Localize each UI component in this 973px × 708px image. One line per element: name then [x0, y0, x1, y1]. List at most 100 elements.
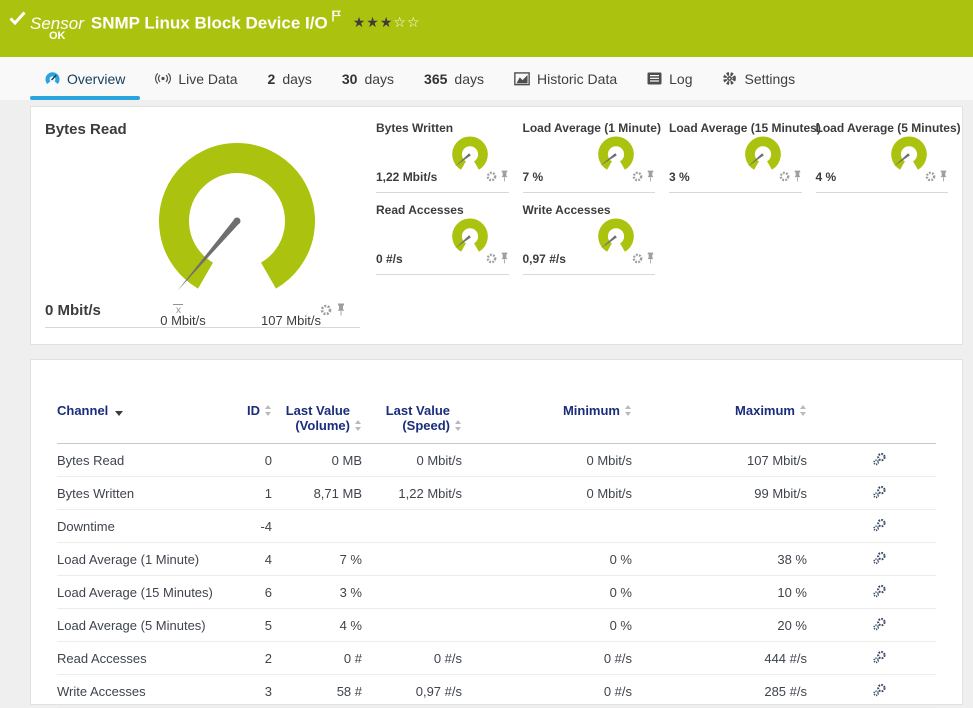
- cell-channel: Load Average (5 Minutes): [57, 618, 217, 633]
- column-header-max[interactable]: Maximum: [632, 403, 807, 418]
- cell-last-value-volume: 3 %: [272, 585, 362, 600]
- pin-icon[interactable]: [500, 251, 509, 269]
- table-row[interactable]: Load Average (5 Minutes) 5 4 % 0 % 20 %: [57, 609, 936, 642]
- cell-id: 5: [217, 618, 272, 633]
- pin-icon[interactable]: [646, 251, 655, 269]
- cell-maximum: 38 %: [632, 552, 807, 567]
- gears-icon: [872, 517, 887, 533]
- column-header-speed[interactable]: Last Value (Speed): [362, 403, 462, 433]
- cell-last-value-volume: 58 #: [272, 684, 362, 699]
- table-row[interactable]: Bytes Read 0 0 MB 0 Mbit/s 0 Mbit/s 107 …: [57, 444, 936, 477]
- cell-id: 1: [217, 486, 272, 501]
- star-filled-icon[interactable]: ★: [366, 14, 380, 30]
- tab-log[interactable]: Log: [632, 57, 707, 100]
- gauge-tile-write-accesses: Write Accesses 0,97 #/s: [523, 201, 656, 275]
- small-gauges-grid: Bytes Written 1,22 Mbit/s Load Average (…: [376, 119, 948, 328]
- tab-live-data[interactable]: Live Data: [140, 57, 252, 100]
- star-filled-icon[interactable]: ★: [380, 14, 394, 30]
- gears-icon: [872, 649, 887, 665]
- cell-id: 0: [217, 453, 272, 468]
- pin-icon[interactable]: [500, 169, 509, 187]
- channel-table-panel: ChannelIDLast Value (Volume)Last Value (…: [30, 359, 963, 705]
- cell-id: -4: [217, 519, 272, 534]
- cell-maximum: 107 Mbit/s: [632, 453, 807, 468]
- table-row[interactable]: Read Accesses 2 0 # 0 #/s 0 #/s 444 #/s: [57, 642, 936, 675]
- cell-last-value-volume: 4 %: [272, 618, 362, 633]
- table-row[interactable]: Write Accesses 3 58 # 0,97 #/s 0 #/s 285…: [57, 675, 936, 708]
- settings-gear-icon: [722, 71, 737, 86]
- cell-id: 3: [217, 684, 272, 699]
- channel-settings-button[interactable]: [807, 484, 934, 503]
- cell-maximum: 444 #/s: [632, 651, 807, 666]
- star-empty-icon[interactable]: ☆: [407, 14, 421, 30]
- priority-rating[interactable]: ★★★☆☆: [353, 14, 421, 30]
- cell-last-value-volume: 8,71 MB: [272, 486, 362, 501]
- gauge-settings-gear-icon[interactable]: [632, 169, 643, 187]
- gauge-tile-bytes-written: Bytes Written 1,22 Mbit/s: [376, 119, 509, 193]
- gauge-settings-gear-icon[interactable]: [632, 251, 643, 269]
- channel-settings-button[interactable]: [807, 682, 934, 701]
- column-header-id[interactable]: ID: [217, 403, 272, 418]
- star-empty-icon[interactable]: ☆: [393, 14, 407, 30]
- log-icon: [647, 72, 662, 85]
- primary-gauge-value: 0 Mbit/s: [45, 302, 101, 319]
- channel-settings-button[interactable]: [807, 517, 934, 536]
- channel-settings-button[interactable]: [807, 550, 934, 569]
- channel-table-header: ChannelIDLast Value (Volume)Last Value (…: [57, 360, 936, 444]
- cell-minimum: 0 %: [462, 618, 632, 633]
- sensor-status-banner: SensorSNMP Linux Block Device I/O★★★☆☆ O…: [0, 0, 973, 57]
- cell-id: 2: [217, 651, 272, 666]
- flag-icon[interactable]: [332, 7, 341, 27]
- gauge-tile-load-average-5-minutes: Load Average (5 Minutes) 4 %: [816, 119, 949, 193]
- tab-bar: Overview Live Data 2 days 30 days 365 da…: [0, 57, 973, 100]
- gauge-settings-gear-icon[interactable]: [779, 169, 790, 187]
- primary-gauge-min-label: 0 Mbit/s: [160, 313, 206, 328]
- cell-minimum: 0 %: [462, 552, 632, 567]
- column-header-channel[interactable]: Channel: [57, 403, 217, 418]
- channel-settings-button[interactable]: [807, 583, 934, 602]
- column-header-min[interactable]: Minimum: [462, 403, 632, 418]
- tab-2-days[interactable]: 2 days: [253, 57, 327, 100]
- channel-settings-button[interactable]: [807, 649, 934, 668]
- sort-desc-icon: [115, 411, 123, 416]
- gears-icon: [872, 583, 887, 599]
- pin-icon[interactable]: [939, 169, 948, 187]
- sort-icon: [625, 405, 632, 416]
- gears-icon: [872, 484, 887, 500]
- channel-settings-button[interactable]: [807, 616, 934, 635]
- status-badge: OK: [49, 30, 66, 42]
- cell-last-value-volume: 0 MB: [272, 453, 362, 468]
- gauge-settings-gear-icon[interactable]: [486, 251, 497, 269]
- cell-maximum: 20 %: [632, 618, 807, 633]
- column-header-vol[interactable]: Last Value (Volume): [272, 403, 362, 433]
- tab-30-days[interactable]: 30 days: [327, 57, 409, 100]
- primary-gauge-max-label: 107 Mbit/s: [261, 313, 321, 328]
- primary-gauge-title: Bytes Read: [45, 121, 127, 138]
- star-filled-icon[interactable]: ★: [353, 14, 367, 30]
- cell-last-value-speed: 0 #/s: [362, 651, 462, 666]
- gauge-settings-gear-icon[interactable]: [320, 303, 332, 321]
- tab-historic-data[interactable]: Historic Data: [499, 57, 632, 100]
- channel-table-body: Bytes Read 0 0 MB 0 Mbit/s 0 Mbit/s 107 …: [57, 444, 936, 708]
- gauge-icon: [45, 71, 60, 86]
- pin-icon[interactable]: [646, 169, 655, 187]
- cell-last-value-speed: 1,22 Mbit/s: [362, 486, 462, 501]
- table-row[interactable]: Bytes Written 1 8,71 MB 1,22 Mbit/s 0 Mb…: [57, 477, 936, 510]
- cell-last-value-volume: 7 %: [272, 552, 362, 567]
- gauge-settings-gear-icon[interactable]: [486, 169, 497, 187]
- pin-icon[interactable]: [336, 303, 346, 321]
- tab-settings[interactable]: Settings: [707, 57, 810, 100]
- cell-maximum: 99 Mbit/s: [632, 486, 807, 501]
- sort-icon: [800, 405, 807, 416]
- tab-overview[interactable]: Overview: [30, 57, 140, 100]
- channel-settings-button[interactable]: [807, 451, 934, 470]
- table-row[interactable]: Load Average (1 Minute) 4 7 % 0 % 38 %: [57, 543, 936, 576]
- tab-365-days[interactable]: 365 days: [409, 57, 499, 100]
- pin-icon[interactable]: [793, 169, 802, 187]
- cell-maximum: 285 #/s: [632, 684, 807, 699]
- cell-minimum: 0 #/s: [462, 684, 632, 699]
- table-row[interactable]: Downtime -4: [57, 510, 936, 543]
- gauge-settings-gear-icon[interactable]: [925, 169, 936, 187]
- table-row[interactable]: Load Average (15 Minutes) 6 3 % 0 % 10 %: [57, 576, 936, 609]
- cell-minimum: 0 #/s: [462, 651, 632, 666]
